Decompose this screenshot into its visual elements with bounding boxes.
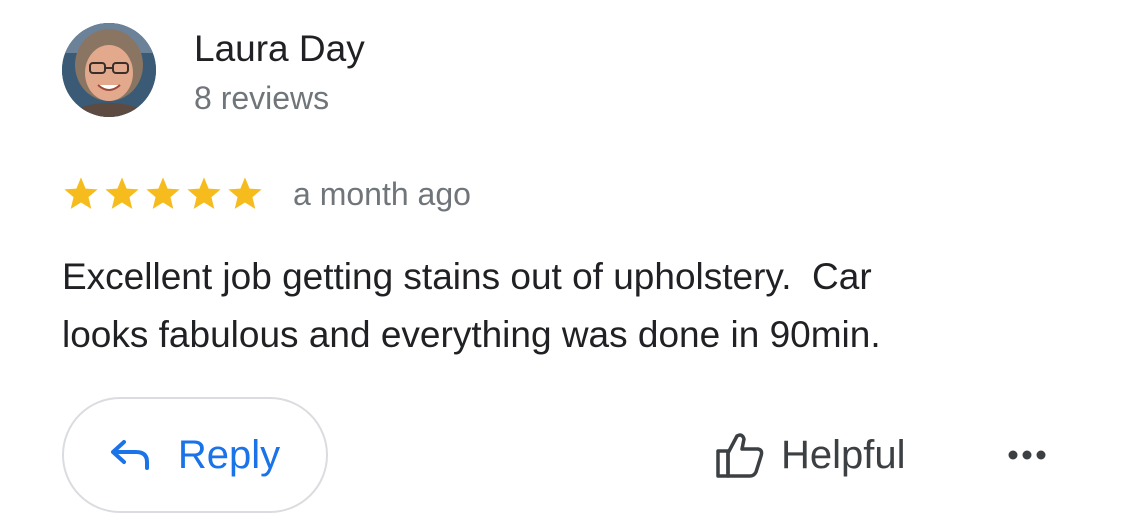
thumbs-up-icon — [716, 433, 764, 478]
rating-row: a month ago — [62, 172, 471, 216]
star-rating — [62, 175, 267, 213]
helpful-button[interactable]: Helpful — [715, 425, 906, 485]
author-review-count: 8 reviews — [194, 80, 330, 116]
author-name[interactable]: Laura Day — [194, 27, 365, 71]
more-horizontal-icon — [1008, 450, 1046, 460]
star-icon — [146, 177, 180, 209]
more-options-button[interactable] — [1004, 440, 1050, 470]
star-icon — [228, 177, 262, 209]
helpful-label: Helpful — [781, 433, 906, 477]
star-icon — [64, 177, 98, 209]
star-icon — [187, 177, 221, 209]
review-card: Laura Day 8 reviews a month ago Excellen… — [0, 0, 1125, 522]
avatar-photo — [62, 23, 156, 117]
review-time: a month ago — [293, 176, 471, 212]
reply-arrow-icon — [110, 440, 149, 470]
review-text: Excellent job getting stains out of upho… — [62, 256, 881, 355]
star-icon — [105, 177, 139, 209]
author-avatar[interactable] — [62, 23, 156, 117]
reply-button[interactable]: Reply — [62, 397, 328, 513]
reply-label: Reply — [177, 433, 281, 477]
